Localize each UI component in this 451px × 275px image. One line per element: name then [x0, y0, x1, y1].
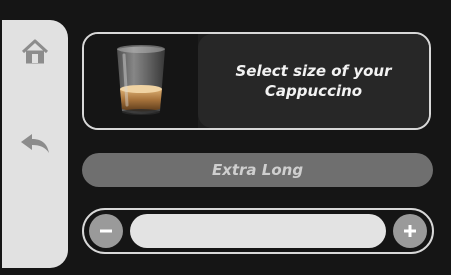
selected-size-label: Extra Long: [211, 161, 304, 179]
size-prompt-message: Select size of your Cappuccino: [235, 62, 392, 100]
size-stepper: [82, 208, 434, 254]
back-button[interactable]: [2, 114, 68, 174]
back-arrow-icon: [21, 134, 49, 153]
sidebar: [2, 20, 68, 268]
size-label-bar: Extra Long: [82, 153, 433, 187]
beverage-card: Select size of your Cappuccino: [82, 32, 431, 130]
message-panel: Select size of your Cappuccino: [198, 34, 429, 128]
minus-icon: [100, 229, 112, 233]
decrease-size-button[interactable]: [89, 214, 123, 248]
cup-display: [84, 34, 198, 128]
size-slider-track[interactable]: [130, 214, 386, 248]
espresso-cup-icon: [117, 45, 165, 115]
increase-size-button[interactable]: [393, 214, 427, 248]
home-icon: [21, 39, 49, 64]
plus-icon: [404, 225, 416, 237]
coffee-machine-screen: Select size of your Cappuccino Extra Lon…: [0, 0, 451, 275]
home-button[interactable]: [2, 22, 68, 82]
